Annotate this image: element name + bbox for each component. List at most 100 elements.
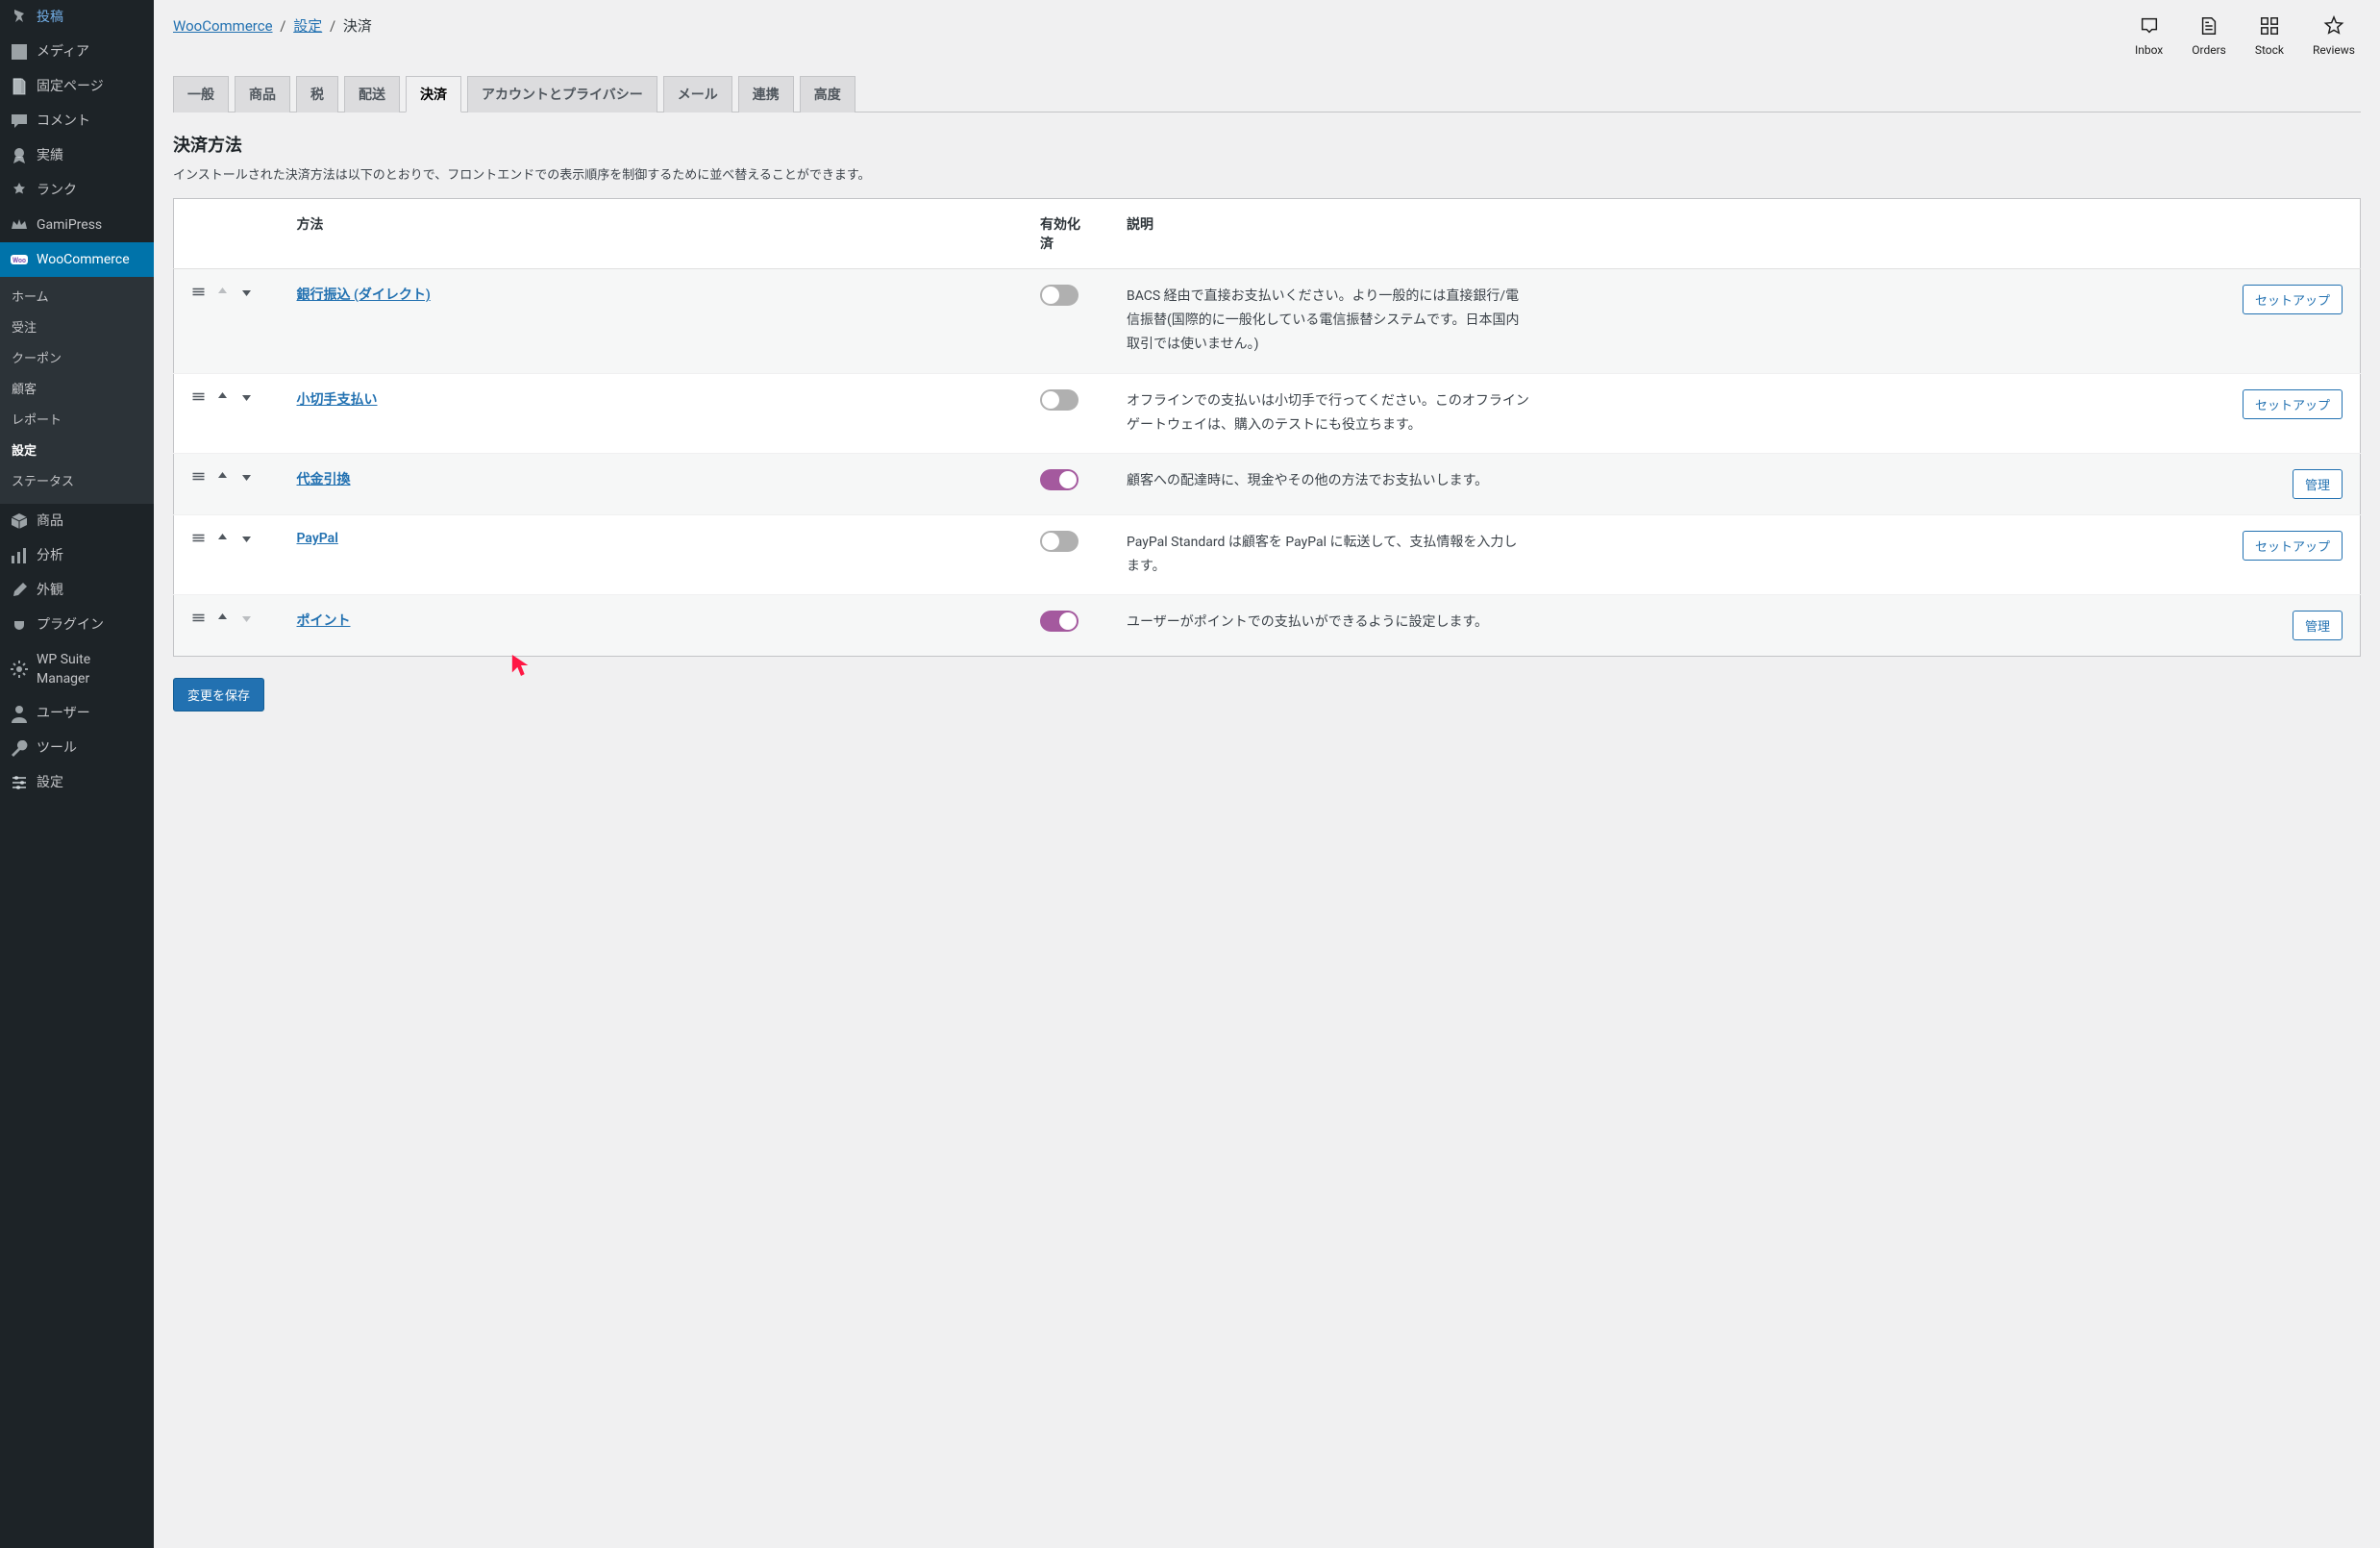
move-up-icon[interactable] xyxy=(215,469,230,487)
user-icon xyxy=(10,704,29,723)
table-row: 銀行振込 (ダイレクト) BACS 経由で直接お支払いください。より一般的には直接… xyxy=(174,269,2361,374)
drag-handle-icon[interactable] xyxy=(191,469,206,487)
tab-integration[interactable]: 連携 xyxy=(738,76,794,112)
move-up-icon[interactable] xyxy=(215,389,230,408)
save-button[interactable]: 変更を保存 xyxy=(173,678,264,712)
tab-tax[interactable]: 税 xyxy=(296,76,338,112)
move-down-icon[interactable] xyxy=(239,469,254,487)
activity-stock[interactable]: Stock xyxy=(2255,15,2284,57)
drag-handle-icon[interactable] xyxy=(191,531,206,549)
th-description: 説明 xyxy=(1109,199,2217,269)
award-icon xyxy=(10,146,29,165)
sidebar-item-pages[interactable]: 固定ページ xyxy=(0,69,154,104)
payment-method-link-points[interactable]: ポイント xyxy=(297,613,351,629)
sidebar-item-label: 商品 xyxy=(37,512,63,531)
rank-icon xyxy=(10,181,29,200)
sidebar-item-users[interactable]: ユーザー xyxy=(0,696,154,731)
setup-button-cheque[interactable]: セットアップ xyxy=(2243,389,2343,419)
drag-handle-icon[interactable] xyxy=(191,389,206,408)
submenu-item-orders[interactable]: 受注 xyxy=(0,313,154,344)
sidebar-item-label: 実績 xyxy=(37,146,63,165)
submenu-item-label: 顧客 xyxy=(12,381,37,400)
payment-description: オフラインでの支払いは小切手で行ってください。このオフラインゲートウェイは、購入… xyxy=(1127,389,1530,437)
sliders-icon xyxy=(10,773,29,792)
submenu-item-home[interactable]: ホーム xyxy=(0,283,154,313)
payment-method-link-cod[interactable]: 代金引換 xyxy=(297,472,351,487)
drag-handle-icon[interactable] xyxy=(191,285,206,303)
submenu-item-reports[interactable]: レポート xyxy=(0,406,154,437)
sidebar-item-woocommerce[interactable]: WooWooCommerce xyxy=(0,242,154,277)
activity-reviews[interactable]: Reviews xyxy=(2313,15,2355,57)
payment-description: PayPal Standard は顧客を PayPal に転送して、支払情報を入… xyxy=(1127,531,1530,579)
sidebar-item-rank[interactable]: ランク xyxy=(0,173,154,208)
annotation-cursor-icon xyxy=(510,652,532,683)
tab-shipping[interactable]: 配送 xyxy=(344,76,400,112)
sidebar-item-label: 投稿 xyxy=(37,8,63,27)
submenu-item-customers[interactable]: 顧客 xyxy=(0,375,154,406)
submenu-item-status[interactable]: ステータス xyxy=(0,467,154,498)
activity-inbox[interactable]: Inbox xyxy=(2135,15,2163,57)
tab-advanced[interactable]: 高度 xyxy=(800,76,855,112)
sidebar-item-analytics[interactable]: 分析 xyxy=(0,538,154,573)
breadcrumb-settings[interactable]: 設定 xyxy=(293,17,322,35)
gear-icon xyxy=(10,660,29,679)
payment-description: BACS 経由で直接お支払いください。より一般的には直接銀行/電信振替(国際的に… xyxy=(1127,285,1530,358)
tab-emails[interactable]: メール xyxy=(663,76,732,112)
breadcrumb-woocommerce[interactable]: WooCommerce xyxy=(173,17,273,35)
activity-label: Stock xyxy=(2255,43,2284,57)
drag-handle-icon[interactable] xyxy=(191,611,206,629)
tab-general[interactable]: 一般 xyxy=(173,76,229,112)
payment-method-link-paypal[interactable]: PayPal xyxy=(297,531,338,546)
breadcrumb: WooCommerce / 設定 / 決済 xyxy=(173,15,372,36)
payment-method-link-cheque[interactable]: 小切手支払い xyxy=(297,392,378,408)
submenu-item-coupons[interactable]: クーポン xyxy=(0,344,154,375)
tab-products[interactable]: 商品 xyxy=(235,76,290,112)
setup-button-bacs[interactable]: セットアップ xyxy=(2243,285,2343,314)
activity-label: Orders xyxy=(2192,43,2226,57)
sidebar-item-products[interactable]: 商品 xyxy=(0,504,154,538)
activity-label: Inbox xyxy=(2135,43,2163,57)
submenu-item-label: ステータス xyxy=(12,473,74,492)
move-down-icon[interactable] xyxy=(239,285,254,303)
sidebar-item-label: ランク xyxy=(37,181,77,200)
bars-icon xyxy=(10,546,29,565)
enabled-toggle-cod[interactable] xyxy=(1040,469,1078,490)
enabled-toggle-bacs[interactable] xyxy=(1040,285,1078,306)
sidebar-item-comments[interactable]: コメント xyxy=(0,104,154,138)
setup-button-paypal[interactable]: セットアップ xyxy=(2243,531,2343,561)
sidebar-item-tools[interactable]: ツール xyxy=(0,731,154,765)
sidebar-item-plugins[interactable]: プラグイン xyxy=(0,608,154,642)
sidebar-item-gamipress[interactable]: GamiPress xyxy=(0,208,154,242)
sidebar-item-appearance[interactable]: 外観 xyxy=(0,573,154,608)
sidebar-item-settings[interactable]: 設定 xyxy=(0,765,154,800)
tab-accounts[interactable]: アカウントとプライバシー xyxy=(467,76,657,112)
enabled-toggle-cheque[interactable] xyxy=(1040,389,1078,411)
sidebar-item-label: 分析 xyxy=(37,546,63,565)
enabled-toggle-paypal[interactable] xyxy=(1040,531,1078,552)
woo-icon: Woo xyxy=(10,250,29,269)
tab-checkout[interactable]: 決済 xyxy=(406,76,461,112)
sidebar-item-posts[interactable]: 投稿 xyxy=(0,0,154,35)
move-up-icon[interactable] xyxy=(215,611,230,629)
enabled-toggle-points[interactable] xyxy=(1040,611,1078,632)
move-down-icon xyxy=(239,611,254,629)
page-title: 決済方法 xyxy=(173,132,2361,157)
manage-button-points[interactable]: 管理 xyxy=(2293,611,2343,640)
sidebar-item-achievements[interactable]: 実績 xyxy=(0,138,154,173)
sidebar-item-label: ユーザー xyxy=(37,704,90,723)
sidebar-item-label: メディア xyxy=(37,42,89,62)
move-down-icon[interactable] xyxy=(239,531,254,549)
topbar: WooCommerce / 設定 / 決済 Inbox Orders xyxy=(173,10,2361,70)
submenu-item-settings[interactable]: 設定 xyxy=(0,437,154,467)
svg-text:Woo: Woo xyxy=(12,257,26,264)
th-action xyxy=(2217,199,2361,269)
payment-description: ユーザーがポイントでの支払いができるように設定します。 xyxy=(1127,611,1530,635)
payment-description: 顧客への配達時に、現金やその他の方法でお支払いします。 xyxy=(1127,469,1530,493)
payment-method-link-bacs[interactable]: 銀行振込 (ダイレクト) xyxy=(297,287,431,303)
move-up-icon[interactable] xyxy=(215,531,230,549)
activity-orders[interactable]: Orders xyxy=(2192,15,2226,57)
sidebar-item-media[interactable]: メディア xyxy=(0,35,154,69)
sidebar-item-wpsuite[interactable]: WP Suite Manager xyxy=(0,642,154,696)
manage-button-cod[interactable]: 管理 xyxy=(2293,469,2343,499)
move-down-icon[interactable] xyxy=(239,389,254,408)
